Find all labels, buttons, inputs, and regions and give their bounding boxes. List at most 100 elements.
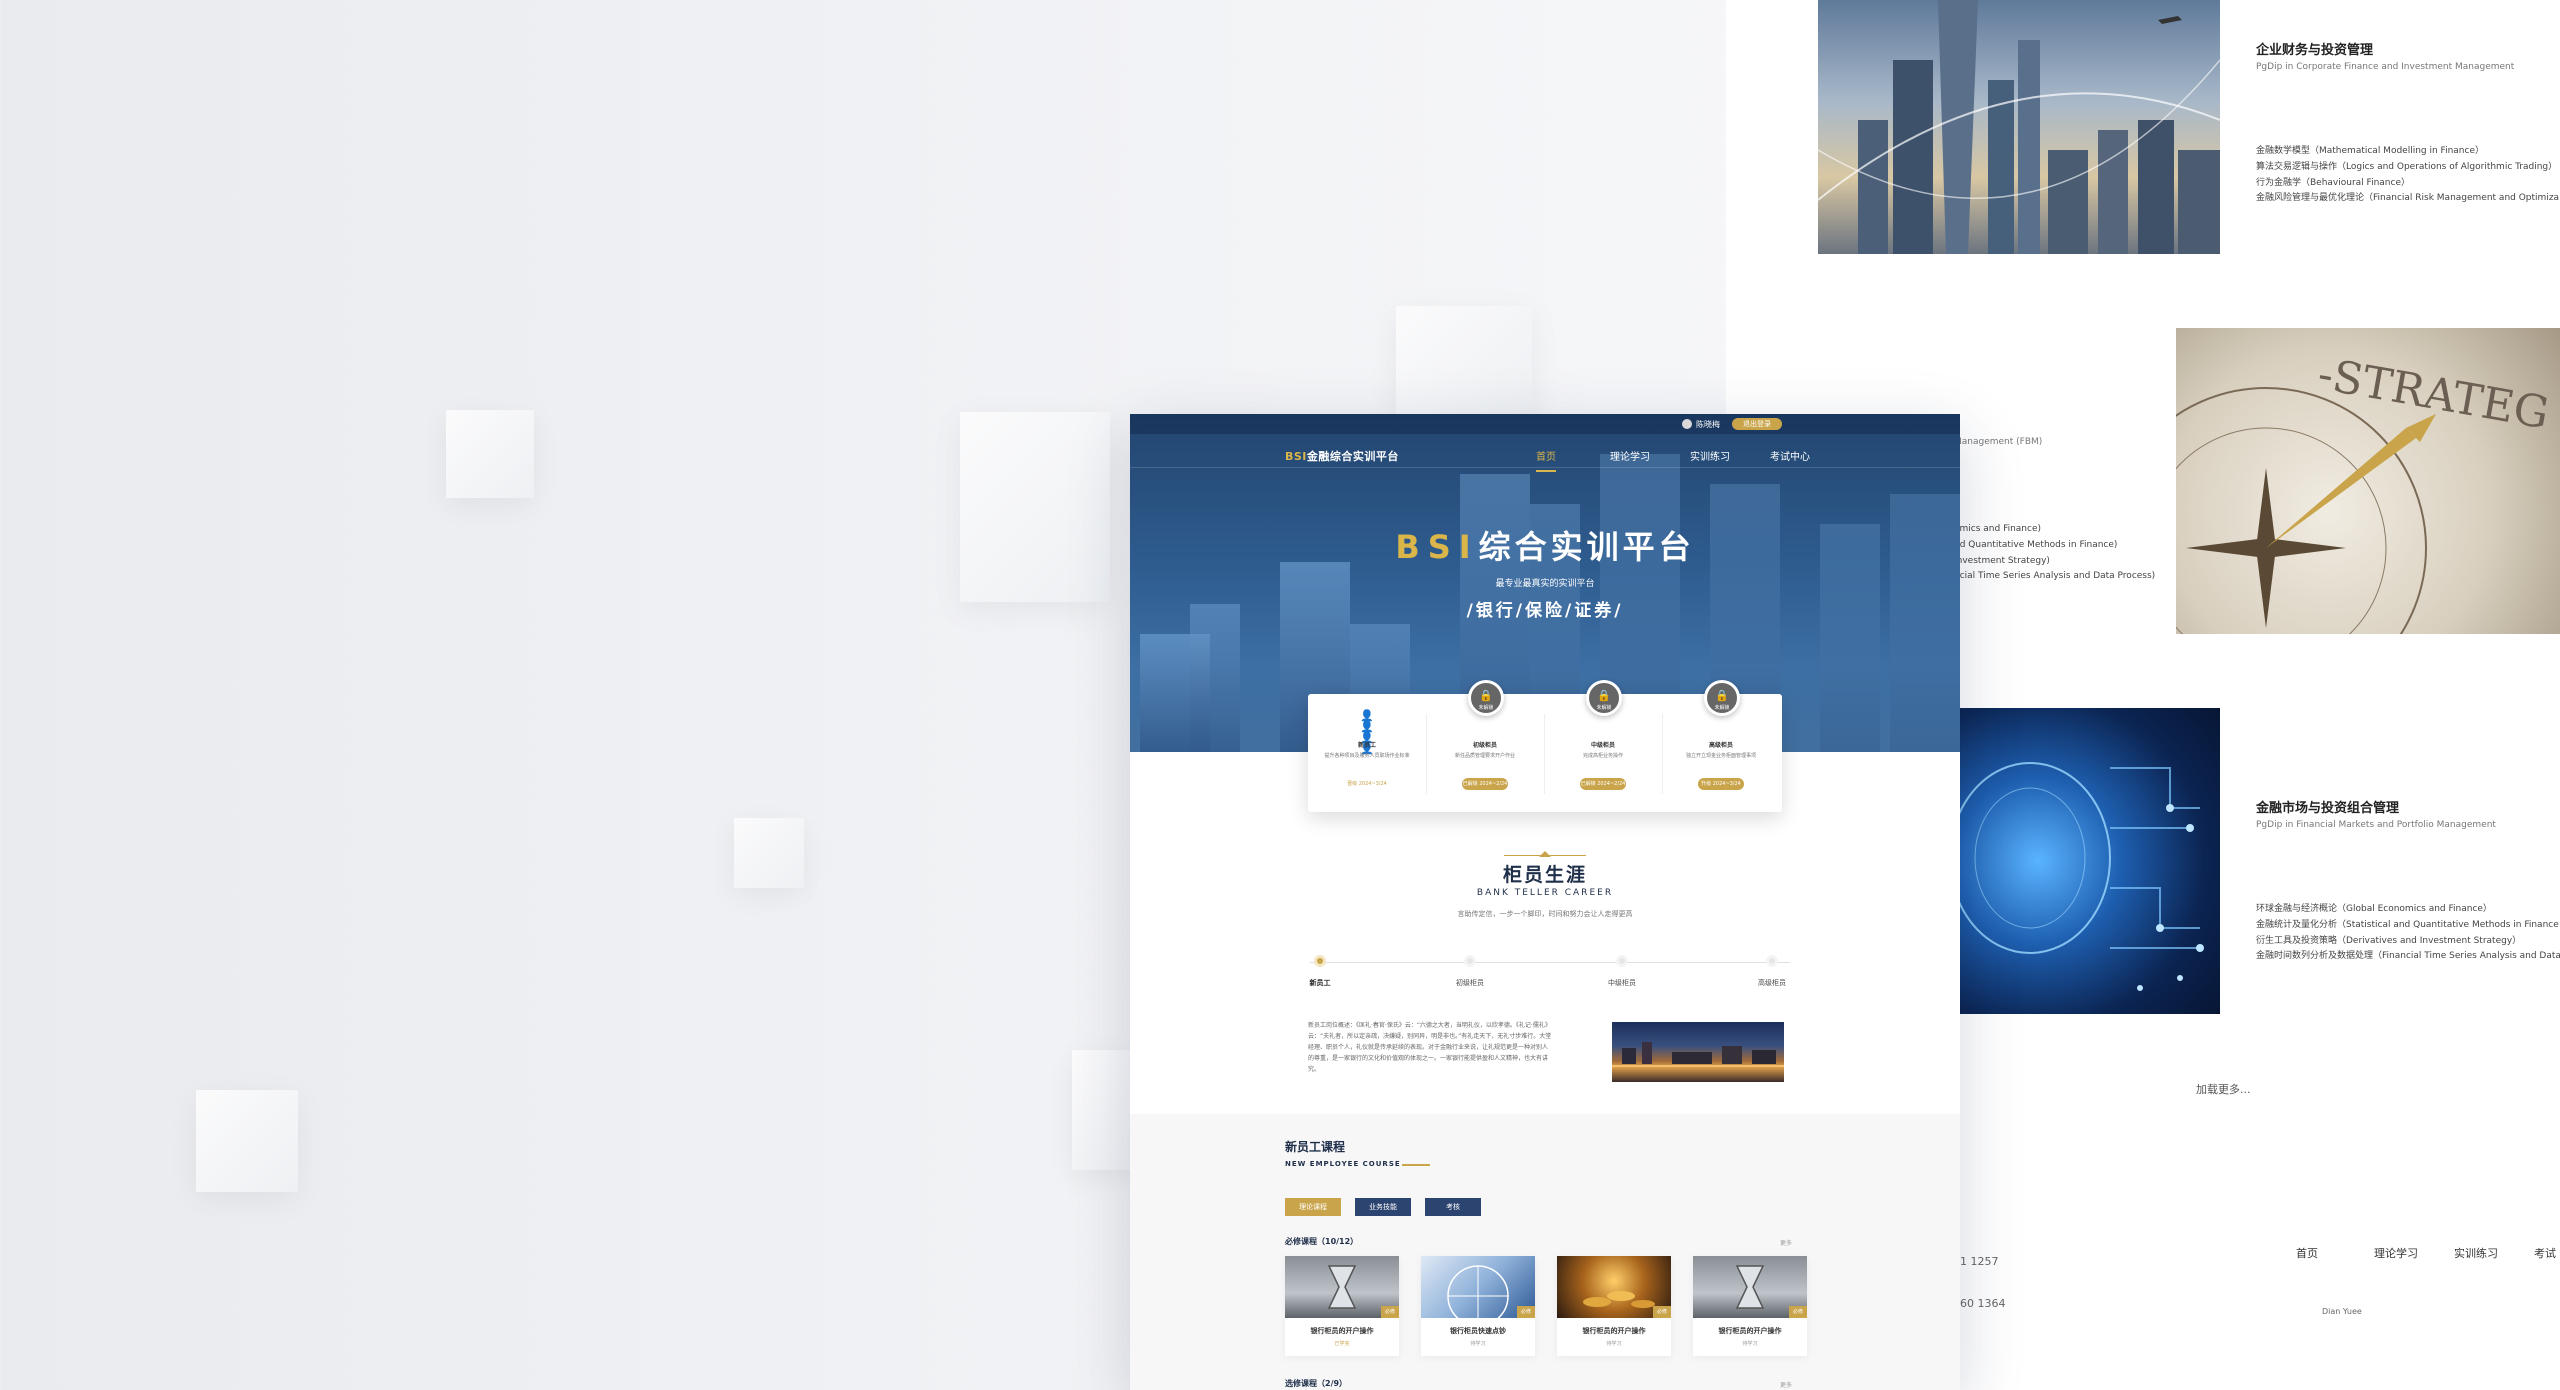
timeline-label[interactable]: 中级柜员 [1592,978,1652,988]
title-underline [1402,1164,1430,1166]
course2-subtitle: Management (FBM) [1954,437,2043,447]
course1-item: 金融风险管理与最优化理论（Financial Risk Management a… [2256,193,2560,204]
timeline-dot[interactable] [1314,955,1326,967]
nav-theory[interactable]: 理论学习 [1610,448,1650,463]
section-subtitle-en: BANK TELLER CAREER [1476,888,1614,898]
logo-text: 金融综合实训平台 [1306,450,1399,463]
course-section-title: 新员工课程 [1285,1140,1346,1154]
timeline-label[interactable]: 初级柜员 [1440,978,1500,988]
level-status-pill[interactable]: 已解锁 2024~2/24 [1580,778,1626,790]
role-intro-text: 新员工岗位概述：《匡礼·春官·保氏》云：“六德之大者，当明礼仪，以欣孝德。《礼记… [1308,1022,1552,1073]
circuit-graphic [1960,762,2204,991]
tab-skills[interactable]: 业务技能 [1355,1198,1411,1216]
section-ornament [1504,854,1586,857]
course3-item: 金融时间数列分析及数据处理（Financial Time Series Anal… [2256,951,2560,962]
course-status: 待学习 [1606,1341,1622,1347]
level-mid-teller[interactable]: 🔒 未解锁 中级柜员 完成高柜业务操作 已解锁 2024~2/24 [1544,680,1662,812]
course3-item: 衍生工具及投资策略（Derivatives and Investment Str… [2256,935,2522,946]
lock-icon: 🔒 [1597,689,1611,702]
top-utility-bar: 陈晓梅 退出登录 [1130,414,1960,434]
level-status-pill[interactable]: 升级 2024~3/24 [1698,778,1744,790]
level-name: 高级柜员 [1708,742,1733,749]
more-link[interactable]: 更多 [1780,1238,1792,1247]
hero-tags: /银行/保险/证券/ [1466,601,1624,621]
timeline-label[interactable]: 新员工 [1290,978,1350,988]
course-name: 银行柜员的开户操作 [1582,1327,1646,1335]
course1-item: 行为金融学（Behavioural Finance） [2256,177,2410,188]
course-card[interactable]: 必修 银行柜员的开户操作 待学习 [1693,1256,1807,1356]
timeline-dot[interactable] [1766,955,1778,967]
course-badge: 必修 [1789,1306,1807,1318]
timeline-dot[interactable] [1464,955,1476,967]
course-badge: 必修 [1517,1306,1535,1318]
footer-phone: 60 1364 [1960,1297,2006,1310]
main-nav: BSI金融综合实训平台 首页 理论学习 实训练习 考试中心 [1130,438,1960,472]
required-courses-title: 必修课程（10/12） [1285,1237,1359,1246]
decorative-square [960,412,1110,602]
level-desc: 完成高柜业务操作 [1582,753,1623,759]
timeline-dot[interactable] [1616,955,1628,967]
svg-text:-STRATEG: -STRATEG [2314,349,2553,440]
logo-mark: BSI [1285,450,1307,463]
course2-item: nd Quantitative Methods in Finance) [1954,539,2118,550]
footer-nav-theory[interactable]: 理论学习 [2374,1246,2418,1262]
decorative-square [1396,306,1532,416]
course-badge: 必修 [1381,1306,1399,1318]
footer-nav-practice[interactable]: 实训练习 [2454,1246,2498,1262]
tab-assessment[interactable]: 考核 [1425,1198,1481,1216]
lock-badge: 🔒 未解锁 [1468,680,1504,716]
level-status-pill[interactable]: 已解锁 2024~2/24 [1462,778,1508,790]
skyline-graphic [1818,0,2220,254]
decorative-square [446,410,534,498]
decorative-square [196,1090,298,1192]
logout-button[interactable]: 退出登录 [1732,418,1782,430]
level-junior-teller[interactable]: 🔒 未解锁 初级柜员 新任品质管理要求开户作业 已解锁 2024~2/24 [1426,680,1544,812]
harbor-night-image [1612,1022,1784,1082]
footer-phone: 1 1257 [1960,1255,1999,1268]
footer-nav-exam[interactable]: 考试 [2534,1246,2556,1262]
website-mockup: 陈晓梅 退出登录 BSI金融综合实训平台 首页 理论学习 实训练习 考试中心 B… [1130,414,1960,1390]
user-name[interactable]: 陈晓梅 [1696,419,1720,430]
lock-badge: 🔒 未解锁 [1586,680,1622,716]
nav-exam[interactable]: 考试中心 [1770,448,1810,463]
hourglass-image: 必修 [1285,1256,1399,1318]
course2-item: omics and Finance) [1954,524,2042,534]
hero-subtitle: 最专业最真实的实训平台 [1495,579,1595,589]
optional-courses-title: 选修课程（2/9） [1285,1379,1348,1388]
more-link[interactable]: 更多 [1780,1380,1792,1389]
level-name: 新员工 [1357,742,1376,749]
level-new-employee[interactable]: 👤👤 👤👤 新员工 提升各种项目及服务人员职场作业标准 晋级 2024~3/24 [1308,694,1426,812]
course-name: 银行柜员的开户操作 [1310,1327,1374,1335]
site-logo[interactable]: BSI金融综合实训平台 [1285,448,1399,464]
level-desc: 提升各种项目及服务人员职场作业标准 [1324,753,1410,759]
level-status: 晋级 2024~3/24 [1347,781,1387,787]
career-timeline [1310,962,1790,963]
compass-image: -STRATEG [2176,328,2560,634]
course-status: 已学完 [1334,1341,1350,1347]
lock-label: 未解锁 [1714,705,1730,711]
career-level-card: 👤👤 👤👤 新员工 提升各种项目及服务人员职场作业标准 晋级 2024~3/24 … [1308,680,1782,812]
course-status: 待学习 [1742,1341,1758,1347]
course-card[interactable]: 必修 银行柜员的开户操作 已学完 [1285,1256,1399,1356]
nav-practice[interactable]: 实训练习 [1690,448,1730,463]
building-graphic [1190,604,1240,752]
footer-nav-home[interactable]: 首页 [2296,1246,2318,1262]
timeline-label[interactable]: 高级柜员 [1742,978,1802,988]
coins-image: 必修 [1557,1256,1671,1318]
tab-theory[interactable]: 理论课程 [1285,1198,1341,1216]
course1-item: 金融数学模型（Mathematical Modelling in Finance… [2256,146,2484,156]
course3-item: 环球金融与经济概论（Global Economics and Finance） [2256,904,2492,914]
lock-label: 未解锁 [1596,705,1612,711]
course-section [1130,1114,1960,1390]
nav-home[interactable]: 首页 [1536,448,1556,472]
level-desc: 独立开立现金业务柜面管理事项 [1685,753,1756,759]
compass-graphic: -STRATEG [2176,349,2553,634]
course-card[interactable]: 必修 银行柜员快速点钞 待学习 [1421,1256,1535,1356]
course-section-subtitle: NEW EMPLOYEE COURSE [1285,1160,1401,1168]
hero-title: BSI综合实训平台 [1130,522,1960,568]
course3-subtitle: PgDip in Financial Markets and Portfolio… [2256,819,2496,830]
load-more-link[interactable]: 加载更多... [2196,1082,2251,1098]
course1-item: 算法交易逻辑与操作（Logics and Operations of Algor… [2256,161,2558,172]
course-card[interactable]: 必修 银行柜员的开户操作 待学习 [1557,1256,1671,1356]
level-senior-teller[interactable]: 🔒 未解锁 高级柜员 独立开立现金业务柜面管理事项 升级 2024~3/24 [1662,680,1780,812]
